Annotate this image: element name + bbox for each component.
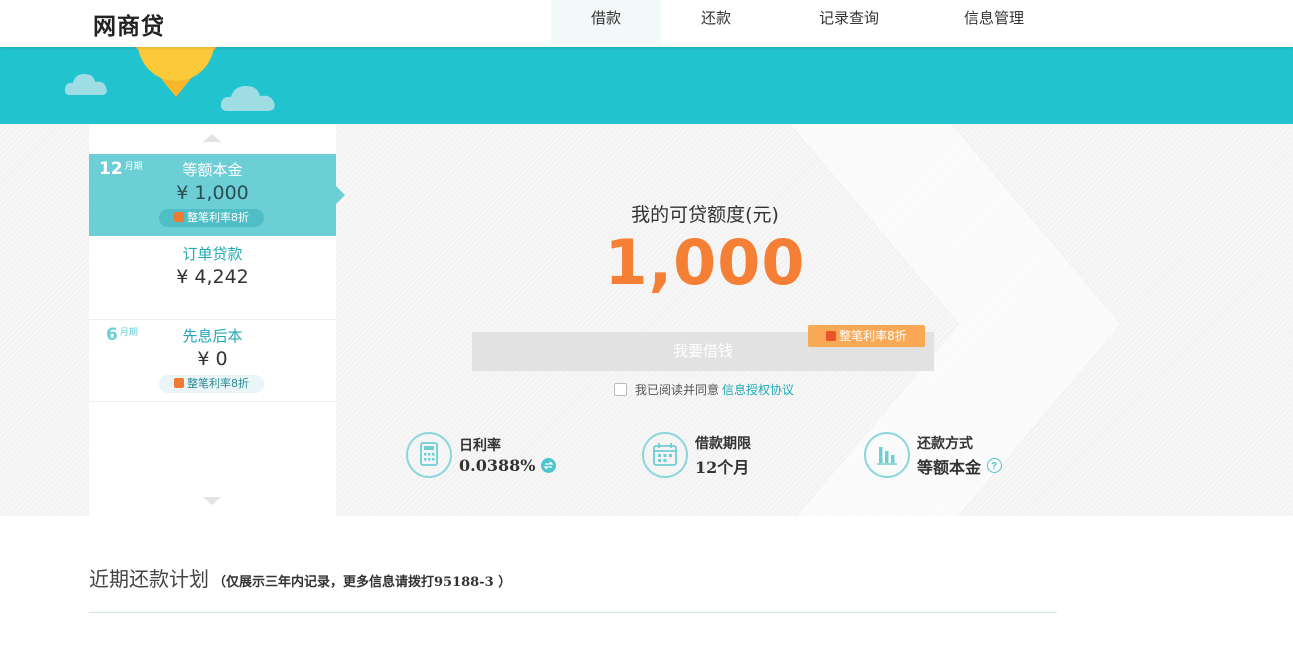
agreement-link[interactable]: 信息授权协议 [722, 381, 794, 398]
agree-checkbox[interactable] [614, 382, 627, 396]
svg-text:?: ? [991, 461, 997, 471]
cloud-icon [220, 86, 275, 111]
product-item-order-loan[interactable]: 订单贷款 ¥ 4,242 [89, 238, 336, 320]
product-item-equal-principal[interactable]: 12 月期 等额本金 ¥ 1,000 整笔利率8折 [89, 154, 345, 236]
help-icon[interactable]: ? [987, 458, 1003, 473]
quota-label: 我的可贷额度(元) [631, 204, 779, 226]
top-header: 网商贷 借款 还款 记录查询 信息管理 [0, 0, 1293, 47]
calendar-icon [642, 432, 688, 478]
product-name: 订单贷款 [182, 245, 243, 263]
nav-info-manage[interactable]: 信息管理 [924, 0, 1064, 44]
plan-divider [89, 612, 1057, 613]
info-value: 0.0388% [459, 456, 536, 475]
info-repay-method: 还款方式 等额本金 ? [864, 431, 1003, 479]
bar-chart-icon [864, 432, 910, 478]
info-title: 借款期限 [695, 435, 751, 452]
promo-badge: 整笔利率8折 [159, 209, 264, 227]
gift-icon [826, 331, 837, 341]
plan-title: 近期还款计划 [89, 567, 209, 591]
product-amount: ¥ 4,242 [176, 266, 249, 288]
product-name: 先息后本 [182, 327, 243, 345]
info-value: 12个月 [695, 457, 750, 477]
cloud-icon [64, 74, 107, 95]
sun-icon [135, 47, 217, 97]
gift-icon [174, 378, 184, 388]
product-amount: ¥ 1,000 [176, 182, 249, 204]
scroll-down-arrow[interactable] [203, 497, 221, 505]
info-title: 还款方式 [917, 435, 973, 452]
discount-tag: 整笔利率8折 [808, 325, 925, 347]
nav-borrow[interactable]: 借款 [551, 0, 661, 44]
plan-section-header: 近期还款计划 （仅展示三年内记录，更多信息请拨打95188-3 ） [89, 563, 511, 592]
agree-text: 我已阅读并同意 [635, 382, 720, 397]
info-title: 日利率 [459, 438, 501, 454]
promo-badge: 整笔利率8折 [159, 375, 264, 393]
product-name: 等额本金 [182, 161, 243, 179]
product-list: 12 月期 等额本金 ¥ 1,000 整笔利率8折 订单贷款 ¥ 4,242 6月… [89, 124, 345, 516]
gift-icon [174, 212, 184, 222]
info-loan-term: 借款期限 12个月 [642, 431, 751, 479]
banner [0, 47, 1293, 124]
selected-indicator [336, 186, 345, 204]
product-amount: ¥ 0 [197, 348, 228, 370]
scroll-up-arrow[interactable] [203, 134, 221, 142]
logo[interactable]: 网商贷 [93, 7, 165, 41]
nav-records[interactable]: 记录查询 [779, 0, 919, 44]
plan-note: （仅展示三年内记录，更多信息请拨打95188-3 ） [213, 575, 512, 590]
main-nav: 借款 还款 记录查询 信息管理 [551, 0, 1064, 47]
quota-amount: 1,000 [604, 226, 806, 299]
exchange-icon[interactable] [541, 458, 557, 473]
info-value: 等额本金 [917, 457, 982, 477]
product-item-interest-first[interactable]: 6 月期 先息后本 ¥ 0 整笔利率8折 [89, 320, 336, 402]
nav-repay[interactable]: 还款 [661, 0, 771, 44]
calculator-icon [406, 432, 452, 478]
info-daily-rate: 日利率 0.0388% [406, 431, 557, 479]
agreement-row: 我已阅读并同意 信息授权协议 [614, 381, 794, 397]
